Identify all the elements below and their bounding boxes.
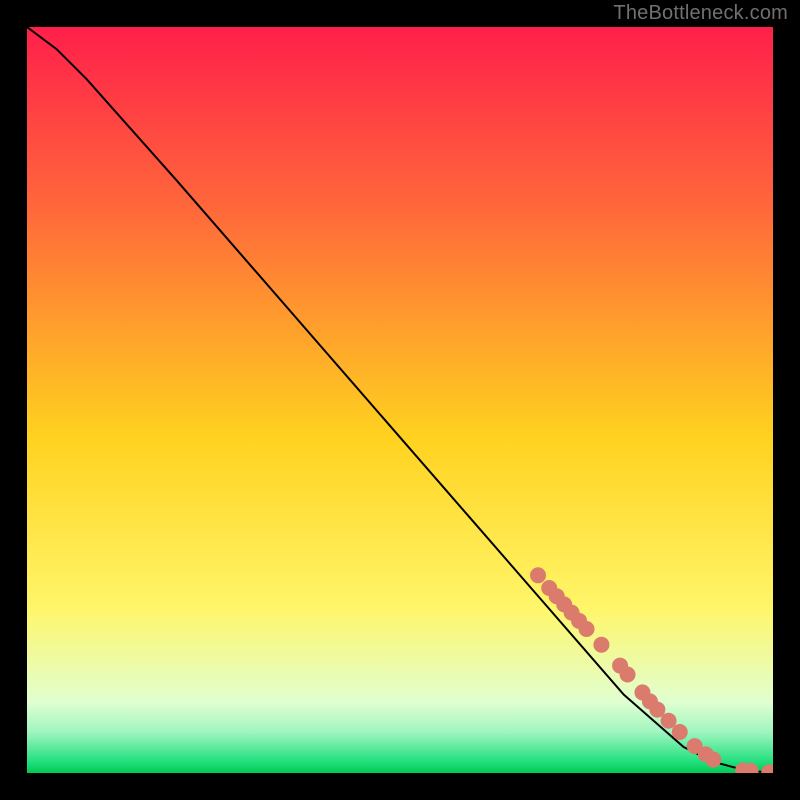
plot-area bbox=[27, 27, 773, 773]
highlight-dot bbox=[579, 621, 595, 637]
chart-svg bbox=[27, 27, 773, 773]
chart-stage: TheBottleneck.com bbox=[0, 0, 800, 800]
highlight-dot bbox=[530, 567, 546, 583]
highlight-dot bbox=[620, 667, 636, 683]
attribution-watermark: TheBottleneck.com bbox=[613, 2, 788, 25]
highlight-dot bbox=[672, 724, 688, 740]
highlight-dot bbox=[593, 637, 609, 653]
highlight-dot bbox=[705, 752, 721, 768]
